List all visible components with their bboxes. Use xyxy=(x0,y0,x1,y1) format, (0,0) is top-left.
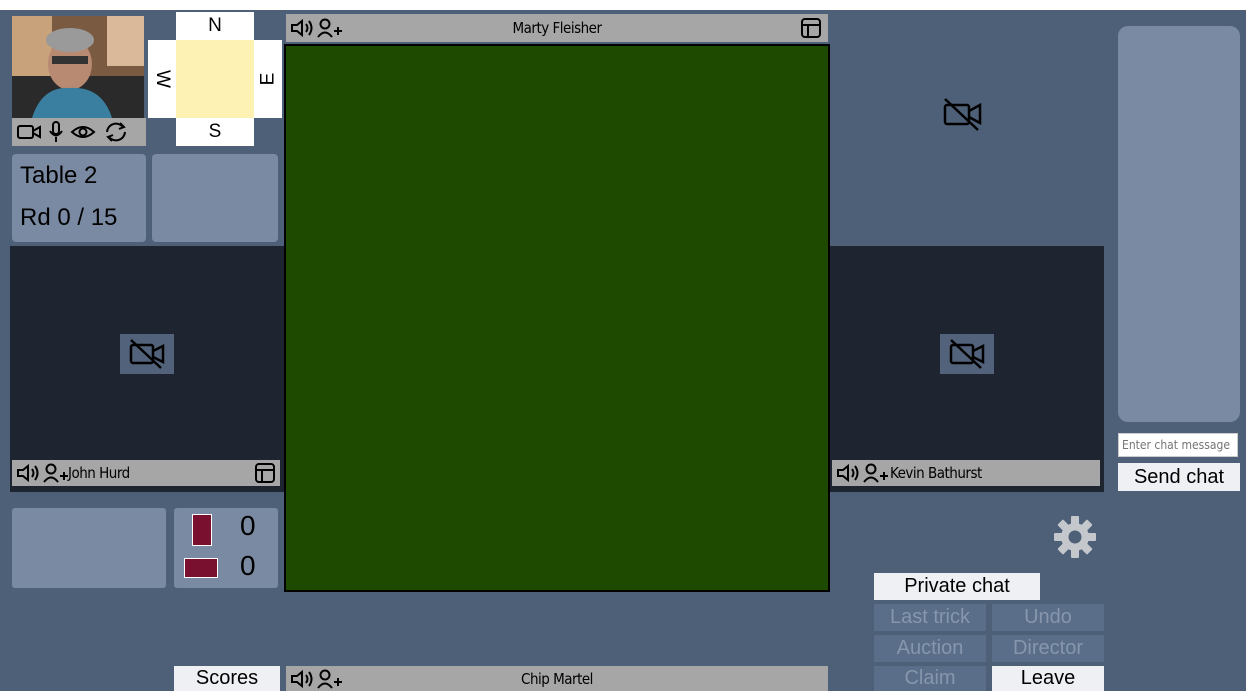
card-table[interactable] xyxy=(284,44,830,592)
speaker-icon[interactable] xyxy=(290,18,316,38)
compass-south: S xyxy=(176,118,254,146)
director-button[interactable]: Director xyxy=(992,635,1104,662)
top-strip xyxy=(0,0,1246,10)
north-video-pane xyxy=(940,96,990,138)
self-video-controls xyxy=(12,118,146,146)
auction-button[interactable]: Auction xyxy=(874,635,986,662)
speaker-icon[interactable] xyxy=(16,463,42,483)
add-user-icon[interactable] xyxy=(316,17,344,39)
north-player-bar: Marty Fleisher xyxy=(286,14,828,42)
video-icon[interactable] xyxy=(16,122,42,142)
settings-gear-icon[interactable] xyxy=(1052,514,1098,560)
undo-button[interactable]: Undo xyxy=(992,604,1104,631)
mic-icon[interactable] xyxy=(48,120,64,144)
scores-button[interactable]: Scores xyxy=(174,666,280,691)
tricks-panel: 0 0 xyxy=(174,508,278,588)
west-player-bar: John Hurd xyxy=(12,460,280,486)
video-off-icon xyxy=(120,334,174,374)
add-user-icon[interactable] xyxy=(862,462,890,484)
compass-east: E xyxy=(257,72,278,86)
compass-center xyxy=(176,40,254,118)
tricks-vertical-count: 0 xyxy=(240,510,256,541)
east-player-bar: Kevin Bathurst xyxy=(832,460,1100,486)
video-off-icon xyxy=(940,334,994,374)
south-player-name: Chip Martel xyxy=(521,669,593,688)
add-user-icon[interactable] xyxy=(316,668,344,690)
north-player-name: Marty Fleisher xyxy=(512,19,602,37)
table-label: Table 2 xyxy=(20,162,98,189)
tricks-vertical-card xyxy=(192,514,212,546)
east-player-name: Kevin Bathurst xyxy=(890,464,982,482)
tricks-horizontal-count: 0 xyxy=(240,550,256,581)
south-player-bar: Chip Martel xyxy=(286,666,828,691)
self-video-image xyxy=(12,16,144,118)
compass-west: W xyxy=(152,70,173,88)
add-user-icon[interactable] xyxy=(42,462,68,484)
info-blank-panel xyxy=(152,154,278,242)
speaker-icon[interactable] xyxy=(836,463,862,483)
east-video-pane xyxy=(830,246,1104,492)
private-chat-button[interactable]: Private chat xyxy=(874,573,1040,600)
table-info-panel: Table 2 Rd 0 / 15 xyxy=(12,154,146,242)
speaker-icon[interactable] xyxy=(290,669,316,689)
eye-icon[interactable] xyxy=(70,122,96,142)
compass-west-box: W xyxy=(148,40,176,118)
tricks-horizontal-card xyxy=(184,558,218,578)
leave-button[interactable]: Leave xyxy=(992,666,1104,691)
round-label: Rd 0 / 15 xyxy=(20,204,118,231)
video-off-icon xyxy=(940,96,990,132)
layout-icon[interactable] xyxy=(800,17,822,39)
compass: N S W E xyxy=(148,12,282,146)
self-video xyxy=(12,16,144,118)
refresh-icon[interactable] xyxy=(102,120,130,144)
contract-panel xyxy=(12,508,166,588)
compass-east-box: E xyxy=(254,40,282,118)
layout-icon[interactable] xyxy=(254,462,276,484)
send-chat-button[interactable]: Send chat xyxy=(1118,463,1240,491)
chat-input[interactable] xyxy=(1118,433,1238,457)
chat-log xyxy=(1118,26,1240,422)
west-video-pane xyxy=(10,246,284,492)
west-player-name: John Hurd xyxy=(68,464,130,482)
compass-north: N xyxy=(176,12,254,40)
last-trick-button[interactable]: Last trick xyxy=(874,604,986,631)
claim-button[interactable]: Claim xyxy=(874,666,986,691)
